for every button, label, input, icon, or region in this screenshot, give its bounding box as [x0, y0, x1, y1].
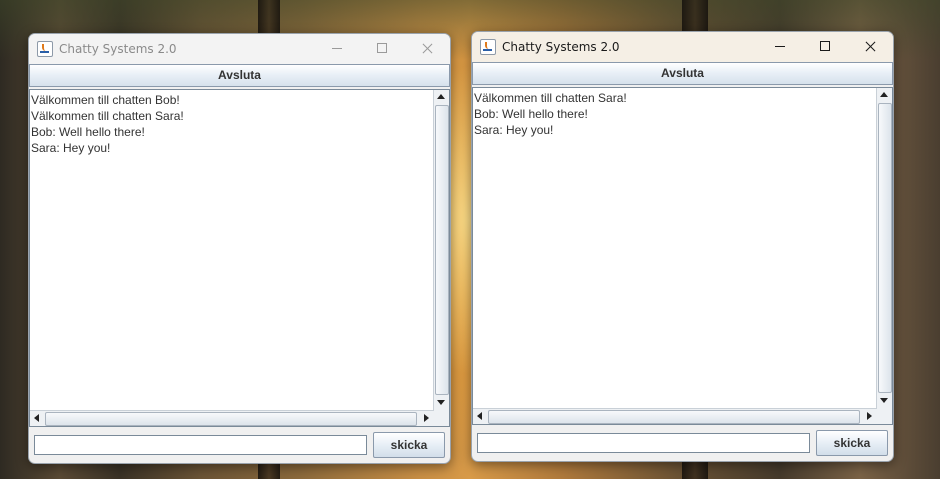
scroll-thumb[interactable]	[45, 412, 417, 426]
arrow-right-icon[interactable]	[424, 414, 429, 422]
close-icon[interactable]	[847, 32, 893, 62]
exit-button[interactable]: Avsluta	[29, 64, 450, 87]
java-coffee-cup-icon	[37, 41, 53, 57]
scroll-thumb[interactable]	[488, 410, 860, 424]
vertical-scrollbar[interactable]	[876, 88, 892, 409]
chat-log[interactable]: Välkommen till chatten Sara! Bob: Well h…	[472, 87, 893, 425]
message-line: Välkommen till chatten Sara!	[31, 109, 184, 123]
scroll-corner	[434, 411, 449, 426]
horizontal-scrollbar[interactable]	[30, 410, 434, 426]
message-line: Sara: Hey you!	[474, 123, 554, 137]
chat-window-sara: Chatty Systems 2.0 Avsluta Välkommen til…	[471, 31, 894, 462]
scroll-thumb[interactable]	[435, 105, 449, 395]
arrow-right-icon[interactable]	[867, 412, 872, 420]
title-bar[interactable]: Chatty Systems 2.0	[472, 32, 893, 62]
message-input[interactable]	[34, 435, 367, 455]
maximize-icon[interactable]	[359, 34, 405, 64]
minimize-icon[interactable]	[314, 34, 360, 64]
message-list: Välkommen till chatten Bob! Välkommen ti…	[31, 92, 433, 156]
arrow-down-icon[interactable]	[880, 398, 888, 403]
message-input[interactable]	[477, 433, 810, 453]
message-line: Välkommen till chatten Sara!	[474, 91, 627, 105]
close-icon[interactable]	[404, 34, 450, 64]
send-button[interactable]: skicka	[816, 430, 888, 456]
arrow-left-icon[interactable]	[34, 414, 39, 422]
message-line: Välkommen till chatten Bob!	[31, 93, 180, 107]
maximize-icon[interactable]	[802, 32, 848, 62]
message-line: Sara: Hey you!	[31, 141, 111, 155]
message-line: Bob: Well hello there!	[474, 107, 588, 121]
chat-log[interactable]: Välkommen till chatten Bob! Välkommen ti…	[29, 89, 450, 427]
scroll-corner	[877, 409, 892, 424]
title-bar[interactable]: Chatty Systems 2.0	[29, 34, 450, 64]
vertical-scrollbar[interactable]	[433, 90, 449, 411]
java-coffee-cup-icon	[480, 39, 496, 55]
minimize-icon[interactable]	[757, 32, 803, 62]
message-list: Välkommen till chatten Sara! Bob: Well h…	[474, 90, 876, 138]
arrow-up-icon[interactable]	[437, 94, 445, 99]
arrow-up-icon[interactable]	[880, 92, 888, 97]
window-title: Chatty Systems 2.0	[59, 42, 177, 56]
scroll-thumb[interactable]	[878, 103, 892, 393]
exit-button[interactable]: Avsluta	[472, 62, 893, 85]
horizontal-scrollbar[interactable]	[473, 408, 877, 424]
arrow-down-icon[interactable]	[437, 400, 445, 405]
message-line: Bob: Well hello there!	[31, 125, 145, 139]
send-button[interactable]: skicka	[373, 432, 445, 458]
arrow-left-icon[interactable]	[477, 412, 482, 420]
chat-window-bob: Chatty Systems 2.0 Avsluta Välkommen til…	[28, 33, 451, 464]
window-title: Chatty Systems 2.0	[502, 40, 620, 54]
